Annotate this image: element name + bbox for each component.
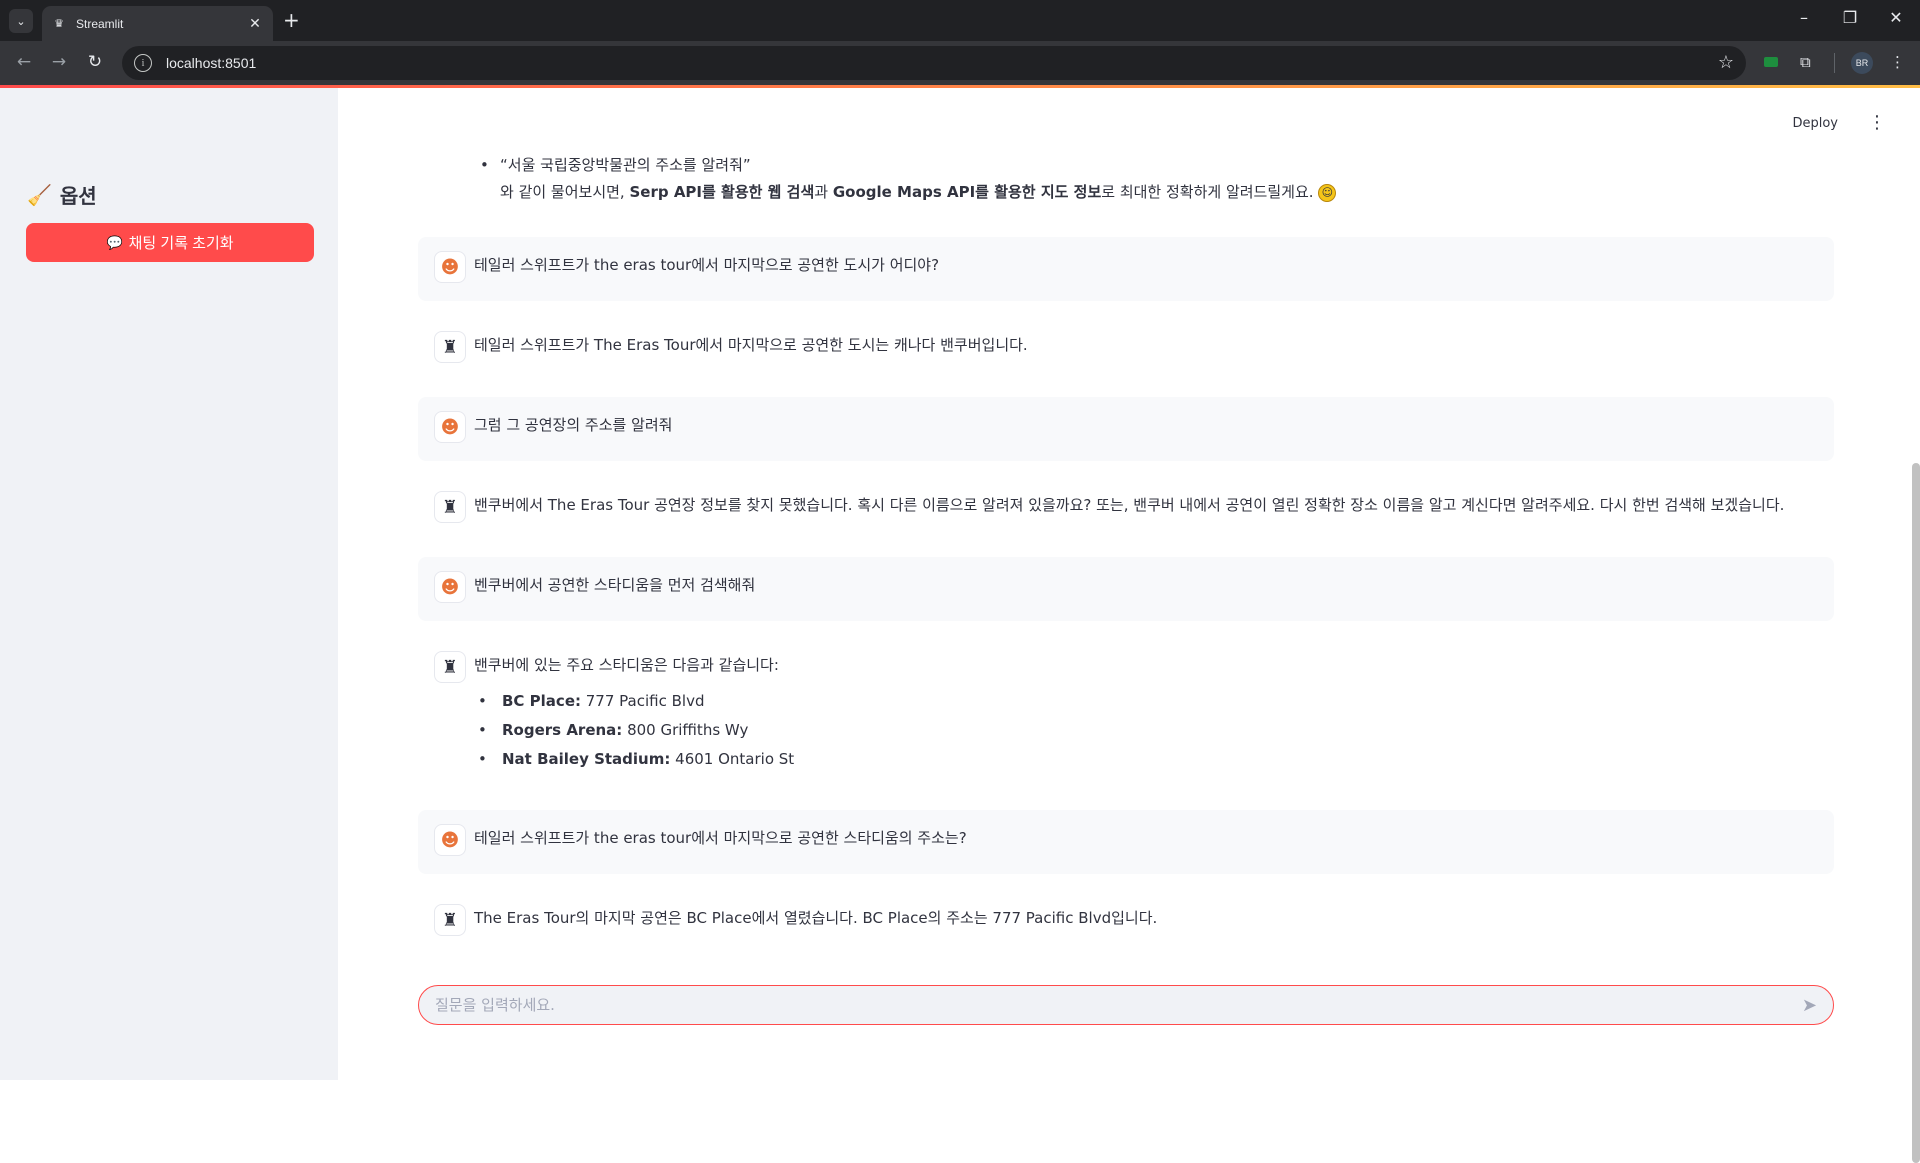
restore-window-button[interactable]: ❐ <box>1827 8 1873 27</box>
message-text: 벤쿠버에서 공연한 스타디움을 먼저 검색해줘 <box>474 576 756 594</box>
chat-input[interactable] <box>435 996 1802 1014</box>
intro-text: • “서울 국립중앙박물관의 주소를 알려줘” 와 같이 물어보시면, Serp… <box>480 152 1337 206</box>
chrome-menu-icon[interactable]: ⋮ <box>1890 53 1905 71</box>
message-text: 그럼 그 공연장의 주소를 알려줘 <box>474 416 673 434</box>
intro-bold-serp: Serp API를 활용한 웹 검색 <box>629 183 815 201</box>
sidebar: 🧹 옵션 💬 채팅 기록 초기화 <box>0 88 338 1080</box>
intro-line: 와 같이 물어보시면, Serp API를 활용한 웹 검색과 Google M… <box>500 179 1337 206</box>
stadium-name: Rogers Arena: <box>502 721 623 739</box>
message-text: 밴쿠버에서 The Eras Tour 공연장 정보를 찾지 못했습니다. 혹시… <box>474 496 1785 514</box>
user-avatar-icon: ☻ <box>434 251 466 283</box>
site-info-icon[interactable]: i <box>134 54 152 72</box>
chat-message-user: ☻ 그럼 그 공연장의 주소를 알려줘 <box>418 397 1834 461</box>
intro-bold-maps: Google Maps API를 활용한 지도 정보 <box>832 183 1102 201</box>
send-icon[interactable]: ➤ <box>1802 995 1817 1016</box>
user-avatar-icon: ☻ <box>434 571 466 603</box>
stadium-address: 800 Griffiths Wy <box>627 721 749 739</box>
main-menu-icon[interactable]: ⋮ <box>1868 112 1886 133</box>
toolbar-divider <box>1834 53 1835 73</box>
chat-message-user: ☻ 테일러 스위프트가 the eras tour에서 마지막으로 공연한 스타… <box>418 810 1834 874</box>
sidebar-heading: 🧹 옵션 <box>27 180 97 209</box>
browser-tab-bar: ⌄ ♛ Streamlit ✕ + – ❐ ✕ <box>0 0 1920 41</box>
broom-icon: 🧹 <box>27 182 52 207</box>
list-item: BC Place: 777 Pacific Blvd <box>474 687 794 716</box>
extensions-puzzle-icon[interactable]: ⧉ <box>1800 53 1811 71</box>
tab-search-button[interactable]: ⌄ <box>9 9 33 33</box>
address-bar[interactable]: i localhost:8501 ☆ <box>122 46 1746 80</box>
tab-title: Streamlit <box>76 16 124 31</box>
reload-button[interactable]: ↻ <box>83 52 107 72</box>
stadium-address: 4601 Ontario St <box>675 750 795 768</box>
chat-message-assistant: ♜ 밴쿠버에서 The Eras Tour 공연장 정보를 찾지 못했습니다. … <box>418 477 1834 541</box>
assistant-avatar-icon: ♜ <box>434 651 466 683</box>
message-text: 밴쿠버에 있는 주요 스타디움은 다음과 같습니다: <box>474 656 779 674</box>
stadium-name: Nat Bailey Stadium: <box>502 750 671 768</box>
assistant-avatar-icon: ♜ <box>434 491 466 523</box>
deploy-button[interactable]: Deploy <box>1792 116 1838 131</box>
reset-chat-button[interactable]: 💬 채팅 기록 초기화 <box>26 223 314 262</box>
intro-mid: 과 <box>814 183 833 201</box>
chat-input-box: ➤ <box>418 985 1834 1025</box>
list-item: Nat Bailey Stadium: 4601 Ontario St <box>474 745 794 774</box>
assistant-avatar-icon: ♜ <box>434 904 466 936</box>
browser-tab[interactable]: ♛ Streamlit ✕ <box>42 6 273 41</box>
chat-message-user: ☻ 테일러 스위프트가 the eras tour에서 마지막으로 공연한 도시… <box>418 237 1834 301</box>
stadium-address: 777 Pacific Blvd <box>585 692 705 710</box>
message-body: 밴쿠버에 있는 주요 스타디움은 다음과 같습니다: BC Place: 777… <box>474 653 794 774</box>
bookmark-star-icon[interactable]: ☆ <box>1718 52 1734 73</box>
main-content: Deploy ⋮ • “서울 국립중앙박물관의 주소를 알려줘” 와 같이 물어… <box>338 88 1920 1163</box>
intro-quote: “서울 국립중앙박물관의 주소를 알려줘” <box>500 156 751 174</box>
intro-prefix: 와 같이 물어보시면, <box>500 183 630 201</box>
new-tab-button[interactable]: + <box>283 9 300 31</box>
chat-message-user: ☻ 벤쿠버에서 공연한 스타디움을 먼저 검색해줘 <box>418 557 1834 621</box>
message-text: The Eras Tour의 마지막 공연은 BC Place에서 열렸습니다.… <box>474 909 1158 927</box>
stadium-name: BC Place: <box>502 692 581 710</box>
reset-chat-label: 채팅 기록 초기화 <box>128 235 234 252</box>
message-text: 테일러 스위프트가 The Eras Tour에서 마지막으로 공연한 도시는 … <box>474 336 1028 354</box>
browser-toolbar: ← → ↻ i localhost:8501 ☆ ⧉ ⋮ <box>0 41 1920 85</box>
smile-emoji-icon: ☺ <box>1318 183 1337 202</box>
sidebar-title-text: 옵션 <box>59 184 97 208</box>
chat-message-assistant: ♜ 테일러 스위프트가 The Eras Tour에서 마지막으로 공연한 도시… <box>418 317 1834 381</box>
list-item: Rogers Arena: 800 Griffiths Wy <box>474 716 794 745</box>
user-avatar-icon: ☻ <box>434 411 466 443</box>
back-button[interactable]: ← <box>12 52 36 72</box>
intro-suffix: 로 최대한 정확하게 알려드릴게요. <box>1101 183 1314 201</box>
profile-avatar[interactable]: BR <box>1851 52 1873 74</box>
streamlit-favicon-icon: ♛ <box>54 16 64 30</box>
user-avatar-icon: ☻ <box>434 824 466 856</box>
bullet: • <box>480 156 489 174</box>
message-text: 테일러 스위프트가 the eras tour에서 마지막으로 공연한 스타디움… <box>474 829 967 847</box>
url-text: localhost:8501 <box>166 55 257 71</box>
speech-balloon-icon: 💬 <box>106 234 123 250</box>
message-text: 테일러 스위프트가 the eras tour에서 마지막으로 공연한 도시가 … <box>474 256 940 274</box>
extension-icon[interactable] <box>1764 57 1778 67</box>
scrollbar[interactable] <box>1912 463 1920 1163</box>
minimize-window-button[interactable]: – <box>1781 8 1827 27</box>
chat-message-assistant: ♜ The Eras Tour의 마지막 공연은 BC Place에서 열렸습니… <box>418 890 1834 954</box>
stadium-list: BC Place: 777 Pacific Blvd Rogers Arena:… <box>474 687 794 774</box>
close-window-button[interactable]: ✕ <box>1873 8 1919 27</box>
forward-button[interactable]: → <box>47 52 71 72</box>
assistant-avatar-icon: ♜ <box>434 331 466 363</box>
close-tab-icon[interactable]: ✕ <box>247 16 263 32</box>
